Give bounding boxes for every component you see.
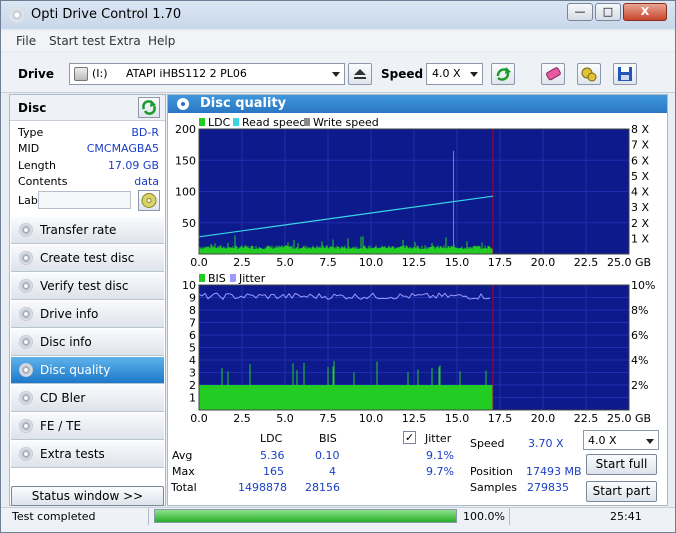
- test-speed-value: 4.0 X: [588, 434, 617, 447]
- stats-max-bis: 4: [329, 465, 336, 478]
- status-window-button[interactable]: Status window >>: [11, 486, 164, 506]
- x-tick-label: 2.5: [233, 256, 251, 269]
- position-value: 17493 MB: [526, 465, 582, 478]
- stats-avg-jitter: 9.1%: [426, 449, 454, 462]
- stats-total-bis: 28156: [305, 481, 340, 494]
- stats-avg-ldc: 5.36: [260, 449, 285, 462]
- x-tick-label: 5.0: [276, 256, 294, 269]
- x-tick-label: 20.0: [531, 256, 556, 269]
- y-tick-label: 3: [189, 367, 196, 380]
- x-tick-label: 17.5: [488, 256, 513, 269]
- y-right-tick-label: 8 X: [631, 123, 649, 136]
- x-tick-label: 12.5: [402, 412, 427, 425]
- nav-item-extra-tests[interactable]: Extra tests: [11, 441, 164, 468]
- legend-read-speed-swatch: [233, 118, 239, 126]
- legend-write-speed-label: Write speed: [313, 116, 379, 129]
- y-tick-label: 50: [182, 217, 196, 230]
- x-tick-label: 2.5: [233, 412, 251, 425]
- y-tick-label: 1: [189, 392, 196, 405]
- x-tick-label: 20.0: [531, 412, 556, 425]
- y-tick-label: 150: [175, 154, 196, 167]
- start-part-button[interactable]: Start part: [586, 481, 657, 502]
- y-tick-label: 6: [189, 329, 196, 342]
- speed-stat-value: 3.70 X: [528, 437, 564, 450]
- legend-ldc-label: LDC: [208, 116, 231, 129]
- stats-col-jitter: Jitter: [425, 432, 452, 445]
- app-window: Opti Drive Control 1.70 — □ X File Start…: [0, 0, 676, 533]
- y-tick-label: 8: [189, 304, 196, 317]
- progress-fill: [155, 510, 456, 522]
- stats-col-ldc: LDC: [260, 432, 283, 445]
- x-tick-label: 25.0 GB: [607, 256, 651, 269]
- samples-label: Samples: [470, 481, 517, 494]
- y-tick-label: 100: [175, 186, 196, 199]
- legend-write-speed-swatch: [304, 118, 310, 126]
- jitter-checkbox[interactable]: ✓: [403, 431, 416, 444]
- chevron-down-icon: [646, 439, 654, 444]
- stats-total-label: Total: [171, 481, 197, 494]
- x-tick-label: 10.0: [359, 256, 384, 269]
- x-tick-label: 7.5: [319, 256, 337, 269]
- test-speed-select[interactable]: 4.0 X: [583, 430, 659, 450]
- y-right-tick-label: 5 X: [631, 170, 649, 183]
- x-tick-label: 0.0: [190, 412, 208, 425]
- y-right-tick-label: 2 X: [631, 217, 649, 230]
- x-tick-label: 22.5: [574, 256, 599, 269]
- legend-jitter-swatch: [230, 274, 236, 282]
- y-right-tick-label: 10%: [631, 279, 655, 292]
- x-tick-label: 22.5: [574, 412, 599, 425]
- elapsed-time: 25:41: [610, 510, 642, 523]
- legend-bis-label: BIS: [208, 272, 226, 285]
- x-tick-label: 12.5: [402, 256, 427, 269]
- y-right-tick-label: 8%: [631, 304, 648, 317]
- y-tick-label: 4: [189, 354, 196, 367]
- y-tick-label: 200: [175, 123, 196, 136]
- y-right-tick-label: 2%: [631, 379, 648, 392]
- x-tick-label: 17.5: [488, 412, 513, 425]
- y-tick-label: 7: [189, 317, 196, 330]
- y-right-tick-label: 3 X: [631, 201, 649, 214]
- nav-item-label: Extra tests: [40, 447, 105, 461]
- x-tick-label: 15.0: [445, 412, 470, 425]
- stats-avg-bis: 0.10: [315, 449, 340, 462]
- y-tick-label: 10: [182, 279, 196, 292]
- y-right-tick-label: 6 X: [631, 154, 649, 167]
- position-label: Position: [470, 465, 513, 478]
- legend-bis-swatch: [199, 274, 205, 282]
- progress-text: 100.0%: [463, 510, 505, 523]
- status-separator: [509, 508, 510, 525]
- legend-ldc-swatch: [199, 118, 205, 126]
- stats-avg-label: Avg: [172, 449, 193, 462]
- start-full-button[interactable]: Start full: [586, 454, 657, 475]
- x-tick-label: 10.0: [359, 412, 384, 425]
- y-right-tick-label: 4 X: [631, 186, 649, 199]
- progress-bar: [154, 509, 457, 523]
- charts-area: 0.0 2.5 5.0 7.5 10.0 12.5 15.0 17.5 20.0 22.5 25.0…: [175, 116, 655, 425]
- speed-stat-label: Speed: [470, 437, 505, 450]
- status-text: Test completed: [12, 510, 96, 523]
- x-tick-label: 7.5: [319, 412, 337, 425]
- y-right-tick-label: 6%: [631, 329, 648, 342]
- y-right-tick-label: 1 X: [631, 232, 649, 245]
- stats-max-ldc: 165: [263, 465, 284, 478]
- stats-col-bis: BIS: [319, 432, 337, 445]
- stats-max-label: Max: [172, 465, 195, 478]
- legend-read-speed-label: Read speed: [242, 116, 306, 129]
- samples-value: 279835: [527, 481, 569, 494]
- y-tick-label: 9: [189, 292, 196, 305]
- x-tick-label: 5.0: [276, 412, 294, 425]
- status-separator: [148, 508, 149, 525]
- disc-icon: [19, 447, 33, 461]
- y-right-tick-label: 7 X: [631, 139, 649, 152]
- y-tick-label: 5: [189, 342, 196, 355]
- stats-total-ldc: 1498878: [238, 481, 287, 494]
- x-tick-label: 0.0: [190, 256, 208, 269]
- legend-jitter-label: Jitter: [238, 272, 266, 285]
- x-tick-label: 25.0 GB: [607, 412, 651, 425]
- y-right-tick-label: 4%: [631, 354, 648, 367]
- y-tick-label: 2: [189, 379, 196, 392]
- x-tick-label: 15.0: [445, 256, 470, 269]
- stats-max-jitter: 9.7%: [426, 465, 454, 478]
